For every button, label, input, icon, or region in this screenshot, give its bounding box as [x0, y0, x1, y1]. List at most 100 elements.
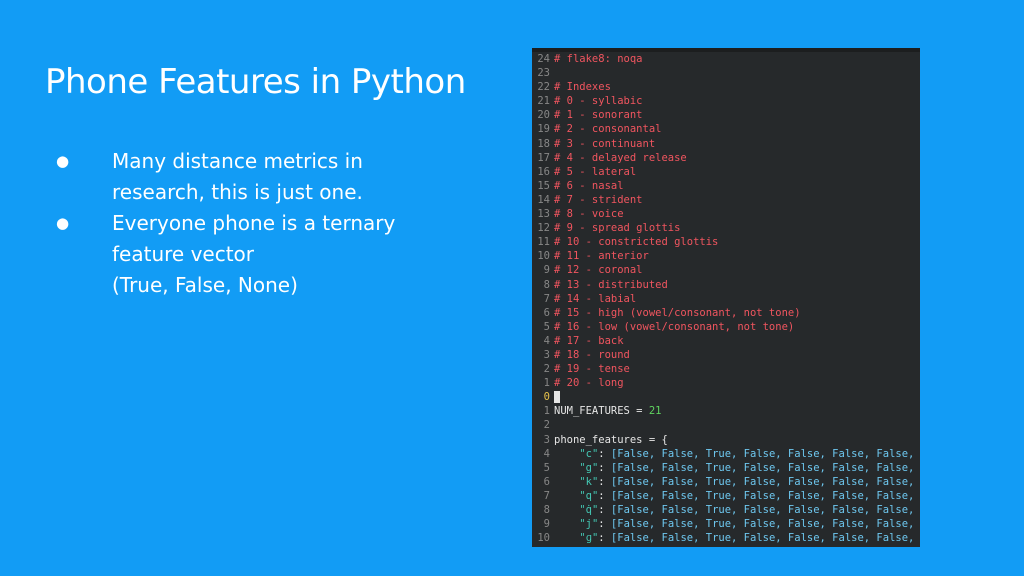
code-line: 6 "k": [False, False, True, False, False… [532, 475, 920, 489]
code-line: 6 # 15 - high (vowel/consonant, not tone) [532, 306, 920, 320]
code-comment: # 10 - constricted glottis [554, 236, 719, 249]
code-line: 2 # 19 - tense [532, 362, 920, 376]
code-comment: # 17 - back [554, 334, 624, 347]
code-comment: # 16 - low (vowel/consonant, not tone) [554, 320, 795, 333]
code-string: "q" [579, 489, 599, 502]
code-comment: # 15 - high (vowel/consonant, not tone) [554, 306, 801, 319]
code-values: [False, False, True, False, False, False… [610, 447, 920, 460]
code-line: 22 # Indexes [532, 80, 920, 94]
line-number: 6 [543, 306, 550, 319]
code-line: 8 "q̇": [False, False, True, False, Fals… [532, 503, 920, 517]
code-string: "c" [579, 447, 599, 460]
code-line: 11 # 10 - constricted glottis [532, 235, 920, 249]
code-comment: # 8 - voice [554, 208, 624, 221]
code-string: "k" [579, 475, 599, 488]
code-line: 18 # 3 - continuant [532, 137, 920, 151]
bullet-list: ● Many distance metrics in research, thi… [46, 146, 466, 301]
line-number: 23 [537, 67, 550, 80]
bullet-text: Everyone phone is a ternary [112, 211, 396, 235]
code-line: 17 # 4 - delayed release [532, 151, 920, 165]
code-line: 3 phone_features = { [532, 433, 920, 447]
code-values: [False, False, True, False, False, False… [610, 504, 920, 516]
code-line: 7 "q": [False, False, True, False, False… [532, 489, 920, 503]
code-line: 21 # 0 - syllabic [532, 94, 920, 108]
line-number: 10 [537, 532, 550, 545]
line-number: 10 [537, 250, 550, 263]
line-number: 22 [537, 81, 550, 94]
line-number: 2 [543, 363, 550, 376]
line-number: 4 [543, 447, 550, 460]
code-line: 16 # 5 - lateral [532, 165, 920, 179]
code-identifier: NUM_FEATURES = [554, 405, 649, 418]
editor-lines: 24 # flake8: noqa 23 22 # Indexes 21 # 0 - … [532, 52, 920, 545]
code-comment: # 11 - anterior [554, 250, 649, 263]
code-values: [False, False, True, False, False, False… [610, 532, 920, 545]
slide-title: Phone Features in Python [45, 62, 466, 102]
line-number: 7 [543, 489, 550, 502]
code-comment: # Indexes [554, 81, 611, 94]
code-line: 13 # 8 - voice [532, 207, 920, 221]
code-line: 4 "c": [False, False, True, False, False… [532, 447, 920, 461]
code-string: "ɡ" [579, 532, 599, 545]
line-number: 14 [537, 193, 550, 206]
line-number: 4 [543, 334, 550, 347]
code-comment: # 13 - distributed [554, 278, 668, 291]
line-number: 20 [537, 109, 550, 122]
code-string: "g" [579, 461, 599, 474]
line-number: 12 [537, 222, 550, 235]
line-number: 1 [543, 405, 550, 418]
bullet-text: feature vector [112, 242, 255, 266]
line-number: 19 [537, 123, 550, 136]
bullet-item: ● Everyone phone is a ternary feature ve… [46, 208, 466, 301]
code-values: [False, False, True, False, False, False… [610, 461, 920, 474]
line-number: 24 [537, 53, 550, 65]
code-comment: # 14 - labial [554, 292, 637, 305]
line-number: 3 [543, 433, 550, 446]
bullet-text: (True, False, None) [112, 273, 298, 297]
bullet-dot-icon: ● [56, 214, 70, 232]
code-comment: # 6 - nasal [554, 179, 624, 192]
code-comment: # 9 - spread glottis [554, 222, 681, 235]
code-comment: # 1 - sonorant [554, 109, 643, 122]
line-number: 5 [543, 461, 550, 474]
code-comment: # 4 - delayed release [554, 151, 687, 164]
code-values: [False, False, True, False, False, False… [610, 489, 920, 502]
line-number: 2 [543, 419, 550, 432]
bullet-text: Many distance metrics in [112, 149, 363, 173]
code-values: [False, False, True, False, False, False… [610, 518, 920, 531]
code-line: 23 [532, 66, 920, 80]
line-number: 13 [537, 208, 550, 221]
code-editor-screenshot: 24 # flake8: noqa 23 22 # Indexes 21 # 0 - … [532, 48, 920, 547]
code-comment: # 5 - lateral [554, 165, 637, 178]
line-number: 7 [543, 292, 550, 305]
line-number: 11 [537, 236, 550, 249]
code-line: 10 # 11 - anterior [532, 249, 920, 263]
bullet-dot-icon: ● [56, 152, 70, 170]
line-number: 9 [543, 518, 550, 531]
line-number: 6 [543, 475, 550, 488]
code-line: 2 [532, 418, 920, 432]
line-number: 8 [543, 504, 550, 516]
code-line: 9 "j": [False, False, True, False, False… [532, 517, 920, 531]
line-number: 3 [543, 348, 550, 361]
code-line: 20 # 1 - sonorant [532, 108, 920, 122]
bullet-item: ● Many distance metrics in research, thi… [46, 146, 466, 208]
code-identifier: phone_features = { [554, 433, 668, 446]
code-comment: # 0 - syllabic [554, 95, 643, 108]
code-comment: # 3 - continuant [554, 137, 656, 150]
code-values: [False, False, True, False, False, False… [610, 475, 920, 488]
code-line: 15 # 6 - nasal [532, 179, 920, 193]
text-cursor [554, 391, 560, 404]
bullet-text: research, this is just one. [112, 180, 363, 204]
code-number: 21 [648, 405, 662, 418]
code-comment: # 2 - consonantal [554, 123, 662, 136]
line-number: 5 [543, 320, 550, 333]
code-comment: # 7 - strident [554, 193, 643, 206]
current-line-number: 0 [543, 391, 550, 404]
code-string: "q̇" [579, 504, 599, 516]
code-line: 8 # 13 - distributed [532, 278, 920, 292]
code-line: 9 # 12 - coronal [532, 263, 920, 277]
line-number: 17 [537, 151, 550, 164]
code-line: 5 # 16 - low (vowel/consonant, not tone) [532, 320, 920, 334]
code-line: 12 # 9 - spread glottis [532, 221, 920, 235]
